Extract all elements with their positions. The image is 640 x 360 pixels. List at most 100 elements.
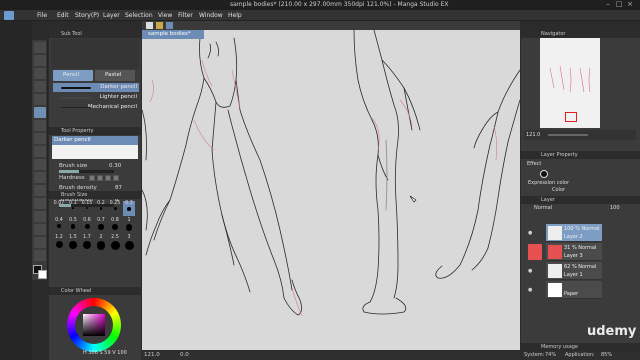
canvas-status-bar: 121.0 0.0 [142,351,520,360]
brush-size-slider[interactable] [59,170,114,173]
zoom-tool-icon[interactable] [34,42,46,53]
tab-pastel[interactable]: Pastel [95,70,135,81]
left-panel-column: Sub Tool Pencil Pastel Darker pencil Lig… [49,30,141,360]
brush-size-dot-icon [112,224,118,230]
brush-size-option-label: 0.7 [97,218,105,223]
hardness-step-4[interactable] [113,175,119,181]
brush-size-option-label: 1 [127,218,131,223]
brush-size-option[interactable]: 1 [123,218,135,233]
menu-window[interactable]: Window [199,12,223,19]
airbrush-tool-icon[interactable] [34,146,46,157]
navigator-header: Navigator [521,30,640,38]
hardness-step-1[interactable] [89,175,95,181]
effect-icon[interactable] [540,170,548,178]
brush-size-option[interactable]: 0.4 [53,218,65,233]
menu-layer[interactable]: Layer [103,12,120,19]
brush-lighter-pencil[interactable]: Lighter pencil [53,93,139,102]
maximize-button[interactable]: □ [615,1,623,8]
brush-stroke-preview [61,107,91,108]
hardness-step-2[interactable] [97,175,103,181]
brush-size-option[interactable]: 1.2 [53,235,65,250]
canvas-angle-value[interactable]: 0.0 [180,351,189,360]
memory-usage-header: Memory usage [521,343,640,351]
pencil-tool-icon[interactable] [34,120,46,131]
brush-size-option[interactable]: 0.1 [67,201,79,216]
brush-darker-pencil[interactable]: Darker pencil [53,83,139,92]
navigator-zoom-slider[interactable] [548,134,588,136]
tab-pencil[interactable]: Pencil [53,70,93,81]
minimize-button[interactable]: – [604,1,612,8]
sub-color-swatch[interactable] [38,270,47,279]
window-title: sample bodies* (210.00 x 297.00mm 350dpi… [230,1,449,8]
brush-size-option[interactable]: 3 [123,235,135,250]
brush-size-label: Brush size [59,163,88,169]
brush-size-option-label: 0.4 [55,218,63,223]
navigator-zoom-value[interactable]: 121.0 [526,132,540,138]
menu-story[interactable]: Story(P) [75,12,99,19]
brush-size-option[interactable]: 0.8 [109,218,121,233]
brush-size-option[interactable]: 0.2 [95,201,107,216]
close-button[interactable]: × [626,1,634,8]
brush-size-dot-icon [125,224,133,231]
selection-tool-icon[interactable] [34,68,46,79]
saturation-value-square[interactable] [83,314,105,336]
document-tab[interactable]: sample bodies* [142,30,204,39]
brush-size-option-label: 0.07 [53,201,65,206]
hsv-h-value[interactable]: 306 [88,350,98,356]
text-tool-icon[interactable] [34,237,46,248]
brush-mechanical-pencil[interactable]: Mechanical pencil [53,103,139,112]
lasso-tool-icon[interactable] [34,81,46,92]
expression-color-value[interactable]: Color [552,187,565,193]
layer-visibility-eye-icon[interactable]: ● [528,287,534,293]
layer-row[interactable]: 31 % Normal Layer 3 [546,243,602,261]
brush-size-option[interactable]: 0.5 [67,218,79,233]
command-bar [142,21,520,30]
brush-size-option[interactable]: 0.25 [109,201,121,216]
new-file-icon[interactable] [146,22,153,29]
save-icon[interactable] [166,22,173,29]
hardness-step-3[interactable] [105,175,111,181]
brush-tool-icon[interactable] [34,133,46,144]
layer-opacity-value[interactable]: 100 [610,205,620,211]
layer-visibility-eye-icon[interactable]: ● [528,268,534,274]
move-tool-icon[interactable] [34,55,46,66]
fill-tool-icon[interactable] [34,198,46,209]
menu-filter[interactable]: Filter [178,12,193,19]
layer-row[interactable]: 62 % Normal Layer 1 [546,262,602,280]
app-memory-label: Application: [565,352,595,358]
drawing-canvas[interactable] [142,30,520,350]
eyedropper-tool-icon[interactable] [34,94,46,105]
layer-visibility-eye-icon[interactable]: ● [528,230,534,236]
brush-size-value[interactable]: 0.30 [109,163,121,169]
blend-mode-select[interactable]: Normal [534,205,552,211]
pen-tool-icon[interactable] [34,107,46,118]
layer-row[interactable]: 100 % Normal Layer 2 [546,224,602,242]
brush-size-option[interactable]: 0.15 [81,201,93,216]
hsv-s-value[interactable]: 59 [104,350,110,356]
menu-view[interactable]: View [158,12,172,19]
brush-size-option[interactable]: 0.07 [53,201,65,216]
menu-edit[interactable]: Edit [57,12,69,19]
brush-size-option[interactable]: 1.7 [81,235,93,250]
eraser-tool-icon[interactable] [34,172,46,183]
balloon-tool-icon[interactable] [34,250,46,261]
menu-help[interactable]: Help [228,12,242,19]
brush-size-option[interactable]: 2.5 [109,235,121,250]
blend-tool-icon[interactable] [34,185,46,196]
brush-size-option[interactable]: 0.3 [123,201,135,216]
toolbox [32,40,48,280]
decoration-tool-icon[interactable] [34,159,46,170]
brush-size-option[interactable]: 0.6 [81,218,93,233]
open-file-icon[interactable] [156,22,163,29]
menu-file[interactable]: File [37,12,47,19]
navigator-view-frame[interactable] [565,112,577,122]
canvas-zoom-value[interactable]: 121.0 [144,351,160,360]
menu-selection[interactable]: Selection [125,12,153,19]
layer-row[interactable]: Paper [546,281,602,299]
gradient-tool-icon[interactable] [34,211,46,222]
brush-size-option[interactable]: 0.7 [95,218,107,233]
brush-size-option[interactable]: 1.5 [67,235,79,250]
brush-size-option[interactable]: 2 [95,235,107,250]
figure-tool-icon[interactable] [34,224,46,235]
hsv-v-value[interactable]: 100 [117,350,127,356]
